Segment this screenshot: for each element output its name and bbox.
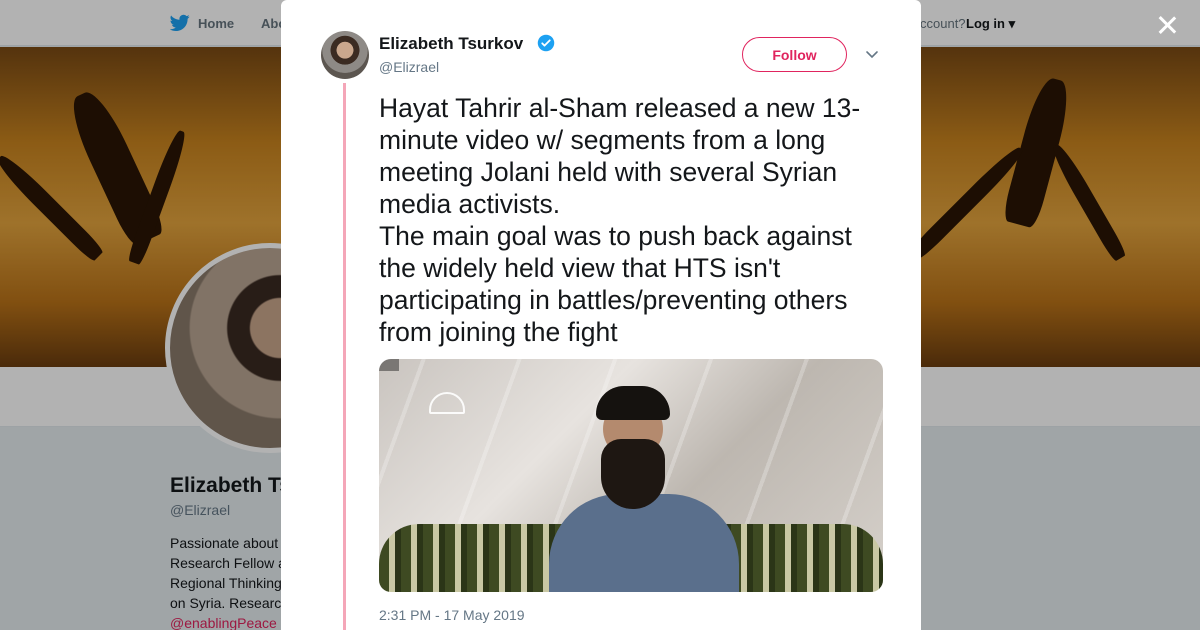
media-person-body (549, 494, 739, 592)
tweet-modal: Elizabeth Tsurkov @Elizrael Follow Hayat… (281, 0, 921, 630)
tweet-timestamp[interactable]: 2:31 PM - 17 May 2019 (379, 607, 525, 623)
thread-line (343, 83, 346, 630)
close-icon[interactable] (1154, 12, 1180, 38)
author-handle[interactable]: @Elizrael (379, 59, 439, 75)
verified-badge-icon (537, 34, 555, 52)
video-back-chip (379, 359, 399, 371)
tweet-text: Hayat Tahrir al-Sham released a new 13-m… (379, 93, 861, 347)
media-person-cap (596, 386, 670, 420)
author-avatar[interactable] (321, 31, 369, 79)
tweet-media-video[interactable] (379, 359, 883, 592)
author-name[interactable]: Elizabeth Tsurkov (379, 34, 523, 54)
media-person-beard (601, 439, 665, 509)
follow-button[interactable]: Follow (742, 37, 847, 72)
chevron-down-icon[interactable] (864, 46, 880, 62)
